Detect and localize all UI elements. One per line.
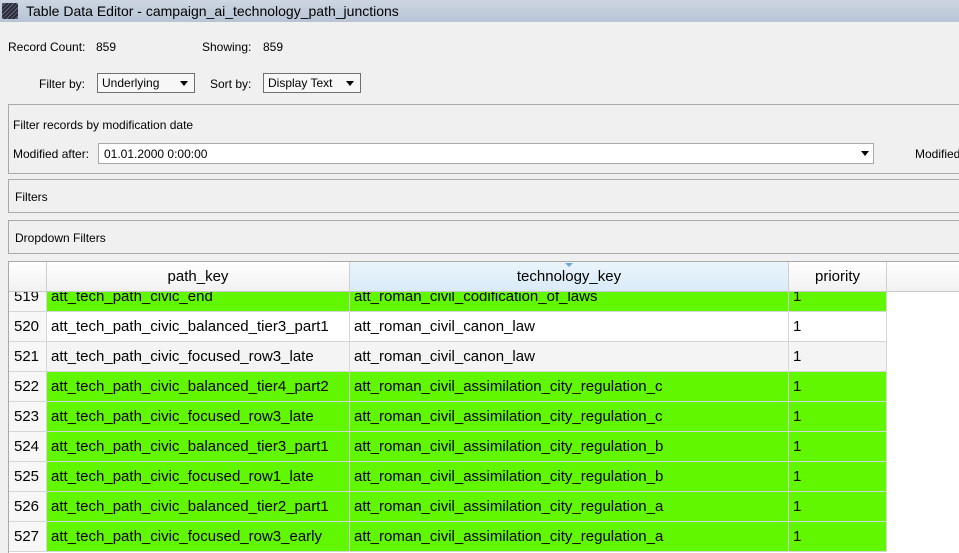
filters-section-label: Filters	[15, 190, 48, 204]
row-number[interactable]: 527	[9, 522, 47, 552]
cell-technology-key[interactable]: att_roman_civil_assimilation_city_regula…	[350, 462, 789, 492]
cell-technology-key[interactable]: att_roman_civil_assimilation_city_regula…	[350, 492, 789, 522]
cell-path-key[interactable]: att_tech_path_civic_focused_row3_late	[47, 402, 350, 432]
title-bar: Table Data Editor - campaign_ai_technolo…	[0, 0, 959, 22]
modified-before-label: Modified	[915, 147, 959, 161]
filters-section[interactable]: Filters	[8, 179, 959, 213]
column-header-empty	[887, 262, 959, 292]
cell-technology-key[interactable]: att_roman_civil_assimilation_city_regula…	[350, 522, 789, 552]
cell-technology-key[interactable]: att_roman_civil_assimilation_city_regula…	[350, 432, 789, 462]
data-grid[interactable]: path_key technology_key priority 519 att_…	[8, 261, 959, 553]
modified-after-picker[interactable]: 01.01.2000 0:00:00	[98, 143, 874, 164]
cell-technology-key[interactable]: att_roman_civil_assimilation_city_regula…	[350, 372, 789, 402]
cell-path-key[interactable]: att_tech_path_civic_focused_row3_early	[47, 522, 350, 552]
date-filter-heading: Filter records by modification date	[13, 118, 194, 132]
sort-by-select[interactable]: Display Text	[263, 73, 361, 93]
dropdown-filters-section[interactable]: Dropdown Filters	[8, 220, 959, 254]
row-number[interactable]: 522	[9, 372, 47, 402]
cell-technology-key[interactable]: att_roman_civil_canon_law	[350, 342, 789, 372]
cell-priority[interactable]: 1	[789, 492, 887, 522]
chevron-down-icon	[180, 81, 188, 86]
column-header-label: path_key	[167, 268, 229, 285]
window-title: Table Data Editor - campaign_ai_technolo…	[26, 3, 399, 19]
cell-technology-key[interactable]: att_roman_civil_canon_law	[350, 312, 789, 342]
record-count-label: Record Count:	[8, 40, 86, 54]
cell-priority[interactable]: 1	[789, 432, 887, 462]
row-number[interactable]: 525	[9, 462, 47, 492]
cell-priority[interactable]: 1	[789, 522, 887, 552]
column-header-path-key[interactable]: path_key	[47, 262, 350, 292]
sort-by-value: Display Text	[268, 76, 333, 90]
table-row[interactable]: 526 att_tech_path_civic_balanced_tier2_pa…	[9, 492, 887, 522]
cell-path-key[interactable]: att_tech_path_civic_focused_row3_late	[47, 342, 350, 372]
filter-by-select[interactable]: Underlying	[97, 73, 195, 93]
cell-priority[interactable]: 1	[789, 402, 887, 432]
cell-path-key[interactable]: att_tech_path_civic_focused_row1_late	[47, 462, 350, 492]
table-row[interactable]: 520 att_tech_path_civic_balanced_tier3_pa…	[9, 312, 887, 342]
dropdown-filters-section-label: Dropdown Filters	[15, 231, 106, 245]
record-count-value: 859	[96, 40, 117, 54]
cell-priority[interactable]: 1	[789, 372, 887, 402]
row-header-corner	[9, 262, 47, 292]
chevron-down-icon	[861, 151, 869, 156]
column-header-technology-key[interactable]: technology_key	[350, 262, 789, 292]
row-number[interactable]: 523	[9, 402, 47, 432]
filter-by-label: Filter by:	[39, 77, 86, 91]
row-number[interactable]: 524	[9, 432, 47, 462]
table-row[interactable]: 521 att_tech_path_civic_focused_row3_late…	[9, 342, 887, 372]
table-row[interactable]: 522 att_tech_path_civic_balanced_tier4_pa…	[9, 372, 887, 402]
showing-label: Showing:	[202, 40, 252, 54]
row-number[interactable]: 520	[9, 312, 47, 342]
cell-path-key[interactable]: att_tech_path_civic_balanced_tier3_part1	[47, 432, 350, 462]
table-row[interactable]: 527 att_tech_path_civic_focused_row3_earl…	[9, 522, 887, 552]
cell-path-key[interactable]: att_tech_path_civic_balanced_tier2_part1	[47, 492, 350, 522]
cell-path-key[interactable]: att_tech_path_civic_balanced_tier3_part1	[47, 312, 350, 342]
column-header-label: priority	[814, 268, 860, 285]
modified-after-label: Modified after:	[13, 147, 90, 161]
row-number[interactable]: 526	[9, 492, 47, 522]
app-icon	[2, 3, 18, 19]
table-row[interactable]: 525 att_tech_path_civic_focused_row1_late…	[9, 462, 887, 492]
filter-by-value: Underlying	[102, 76, 160, 90]
chevron-down-icon	[346, 81, 354, 86]
table-row[interactable]: 523 att_tech_path_civic_focused_row3_late…	[9, 402, 887, 432]
cell-technology-key[interactable]: att_roman_civil_assimilation_city_regula…	[350, 402, 789, 432]
modified-after-value: 01.01.2000 0:00:00	[104, 146, 208, 161]
cell-path-key[interactable]: att_tech_path_civic_balanced_tier4_part2	[47, 372, 350, 402]
row-number[interactable]: 521	[9, 342, 47, 372]
cell-priority[interactable]: 1	[789, 312, 887, 342]
sort-indicator-icon	[565, 263, 573, 267]
table-row[interactable]: 524 att_tech_path_civic_balanced_tier3_pa…	[9, 432, 887, 462]
sort-by-label: Sort by:	[210, 77, 252, 91]
cell-priority[interactable]: 1	[789, 342, 887, 372]
showing-value: 859	[263, 40, 284, 54]
cell-priority[interactable]: 1	[789, 462, 887, 492]
column-header-priority[interactable]: priority	[789, 262, 887, 292]
column-header-label: technology_key	[516, 268, 622, 285]
